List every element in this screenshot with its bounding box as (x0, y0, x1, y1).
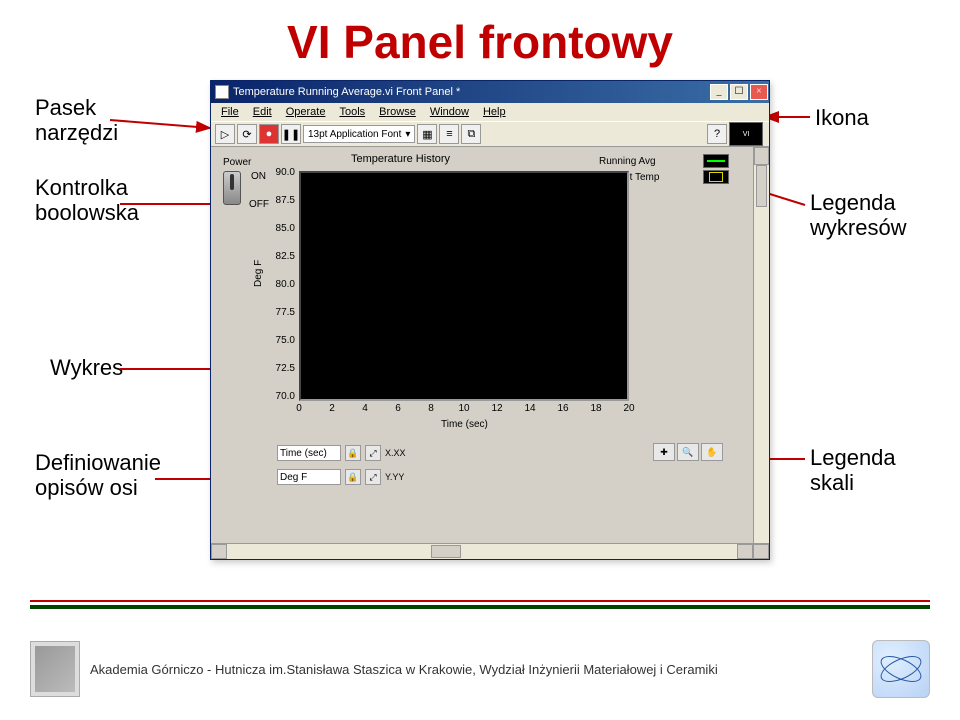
close-button[interactable]: × (750, 84, 768, 100)
divider-rules (30, 600, 930, 609)
x-axis-label: Time (sec) (441, 419, 488, 430)
distribute-button[interactable]: ≡ (439, 124, 459, 144)
y-scale-name[interactable] (277, 469, 341, 485)
menu-operate[interactable]: Operate (280, 106, 332, 118)
menu-help[interactable]: Help (477, 106, 512, 118)
h-scroll-thumb[interactable] (431, 545, 461, 558)
legend-label-0: Running Avg (599, 156, 656, 167)
on-label: ON (251, 171, 266, 182)
label-chart: Wykres (50, 355, 123, 380)
app-icon (215, 85, 229, 99)
chart-plot-area[interactable] (299, 171, 629, 401)
x-format: X.XX (385, 448, 406, 458)
power-switch[interactable] (223, 171, 241, 205)
cursor-tool-icon[interactable]: ✚ (653, 443, 675, 461)
y-axis-label: Deg F (253, 260, 264, 287)
x-lock-icon[interactable]: 🔒 (345, 445, 361, 461)
font-selector[interactable]: 13pt Application Font▾ (303, 125, 415, 143)
label-toolbar: Paseknarzędzi (35, 95, 118, 146)
footer-text: Akademia Górniczo - Hutnicza im.Stanisła… (90, 662, 872, 677)
x-scale-name[interactable] (277, 445, 341, 461)
horizontal-scrollbar[interactable] (211, 543, 769, 559)
maximize-button[interactable]: ☐ (730, 84, 748, 100)
label-bool-control: Kontrolkaboolowska (35, 175, 139, 226)
minimize-button[interactable]: _ (710, 84, 728, 100)
run-button[interactable]: ▷ (215, 124, 235, 144)
scroll-right-icon[interactable] (737, 544, 753, 559)
menu-browse[interactable]: Browse (373, 106, 422, 118)
chart-title: Temperature History (351, 153, 450, 165)
align-button[interactable]: ▦ (417, 124, 437, 144)
legend-swatch-0[interactable] (703, 154, 729, 168)
window-titlebar[interactable]: Temperature Running Average.vi Front Pan… (211, 81, 769, 103)
pan-tool-icon[interactable]: ✋ (701, 443, 723, 461)
y-format: Y.YY (385, 472, 404, 482)
resize-grip[interactable] (753, 544, 769, 559)
front-panel: Power ON OFF Temperature History Running… (211, 147, 769, 559)
vertical-scrollbar[interactable] (753, 147, 769, 543)
reorder-button[interactable]: ⧉ (461, 124, 481, 144)
label-icon: Ikona (815, 105, 869, 130)
atom-logo-icon (872, 640, 930, 698)
pause-button[interactable]: ❚❚ (281, 124, 301, 144)
university-crest-icon (30, 641, 80, 697)
footer: Akademia Górniczo - Hutnicza im.Stanisła… (30, 640, 930, 698)
y-autoscale-icon[interactable]: ⤢ (365, 469, 381, 485)
help-button[interactable]: ? (707, 124, 727, 144)
scroll-left-icon[interactable] (211, 544, 227, 559)
label-scale-legend: Legendaskali (810, 445, 896, 496)
toolbar: ▷ ⟳ ● ❚❚ 13pt Application Font▾ ▦ ≡ ⧉ ? … (211, 121, 769, 147)
x-autoscale-icon[interactable]: ⤢ (365, 445, 381, 461)
menu-window[interactable]: Window (424, 106, 475, 118)
label-axis-def: Definiowanieopisów osi (35, 450, 161, 501)
window-title-text: Temperature Running Average.vi Front Pan… (233, 86, 460, 98)
off-label: OFF (249, 199, 269, 210)
vi-icon[interactable]: VI (729, 122, 763, 146)
y-scale-row: 🔒 ⤢ Y.YY (277, 467, 404, 487)
slide-title: VI Panel frontowy (287, 15, 673, 69)
menu-edit[interactable]: Edit (247, 106, 278, 118)
label-plot-legend: Legendawykresów (810, 190, 907, 241)
abort-button[interactable]: ● (259, 124, 279, 144)
legend-swatch-1[interactable] (703, 170, 729, 184)
x-axis: 0 2 4 6 8 10 12 14 16 18 20 (299, 403, 629, 417)
y-axis: 90.0 87.5 85.0 82.5 80.0 77.5 75.0 72.5 … (269, 167, 297, 405)
labview-window: Temperature Running Average.vi Front Pan… (210, 80, 770, 560)
run-continuous-button[interactable]: ⟳ (237, 124, 257, 144)
y-lock-icon[interactable]: 🔒 (345, 469, 361, 485)
graph-palette: ✚ 🔍 ✋ (653, 443, 723, 461)
power-label: Power (223, 157, 251, 168)
x-scale-row: 🔒 ⤢ X.XX (277, 443, 406, 463)
menu-bar[interactable]: File Edit Operate Tools Browse Window He… (211, 103, 769, 121)
zoom-tool-icon[interactable]: 🔍 (677, 443, 699, 461)
menu-file[interactable]: File (215, 106, 245, 118)
menu-tools[interactable]: Tools (333, 106, 371, 118)
